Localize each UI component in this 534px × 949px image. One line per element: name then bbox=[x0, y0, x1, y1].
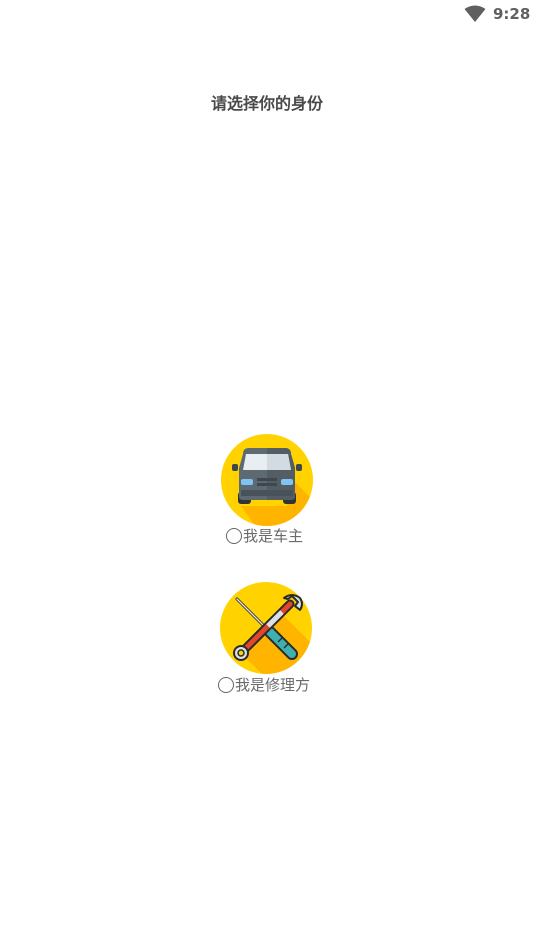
car-owner-label: 我是车主 bbox=[243, 527, 304, 545]
status-time: 9:28 bbox=[493, 5, 531, 23]
repair-shop-label: 我是修理方 bbox=[235, 676, 311, 694]
car-owner-radio[interactable] bbox=[226, 528, 242, 544]
wifi-icon bbox=[464, 5, 486, 23]
car-icon[interactable] bbox=[221, 434, 313, 526]
status-bar: 9:28 bbox=[0, 0, 534, 28]
repair-shop-option[interactable]: 我是修理方 bbox=[218, 674, 310, 696]
repair-shop-radio[interactable] bbox=[218, 677, 234, 693]
page-title: 请选择你的身份 bbox=[210, 94, 323, 113]
car-owner-option[interactable]: 我是车主 bbox=[226, 525, 303, 547]
repair-tools-icon[interactable] bbox=[220, 582, 312, 674]
